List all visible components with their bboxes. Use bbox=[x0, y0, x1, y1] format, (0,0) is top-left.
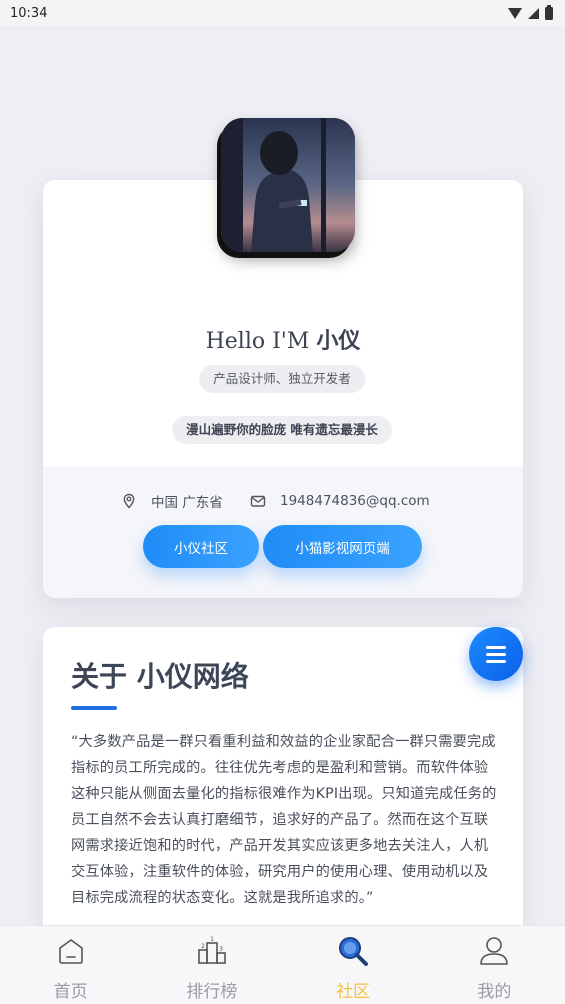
tab-community-label: 社区 bbox=[336, 982, 371, 1002]
tab-mine-label: 我的 bbox=[477, 982, 512, 1002]
bottom-tab-bar: 首页 1 2 3 排行榜 社区 我的 bbox=[0, 925, 565, 1004]
user-icon bbox=[480, 937, 509, 965]
about-title-underline bbox=[71, 706, 117, 710]
tab-community[interactable]: 社区 bbox=[283, 926, 424, 1004]
svg-text:2: 2 bbox=[201, 943, 205, 950]
role-badge: 产品设计师、独立开发者 bbox=[199, 365, 365, 393]
status-time: 10:34 bbox=[10, 5, 48, 21]
battery-icon bbox=[545, 4, 553, 20]
menu-icon-line bbox=[486, 645, 506, 649]
about-title: 关于 小仪网络 bbox=[71, 660, 249, 693]
menu-icon-line bbox=[486, 652, 506, 656]
greeting-prefix: Hello I'M bbox=[205, 329, 310, 354]
email-row: 1948474836@qq.com bbox=[250, 490, 430, 512]
mail-icon bbox=[250, 495, 266, 507]
search-icon bbox=[339, 937, 369, 966]
tab-home-label: 首页 bbox=[53, 982, 88, 1002]
tab-home[interactable]: 首页 bbox=[0, 926, 141, 1004]
status-bar: 10:34 bbox=[0, 0, 565, 26]
tab-ranking-label: 排行榜 bbox=[186, 982, 238, 1002]
avatar-image bbox=[221, 118, 355, 252]
location-pin-icon bbox=[123, 493, 135, 509]
menu-fab-button[interactable] bbox=[469, 627, 523, 681]
home-icon bbox=[58, 939, 83, 964]
status-icons bbox=[508, 4, 553, 20]
location-text: 中国 广东省 bbox=[151, 495, 223, 511]
wifi-icon bbox=[508, 7, 522, 19]
movie-web-button[interactable]: 小猫影视网页端 bbox=[263, 525, 422, 568]
about-text: “大多数产品是一群只看重利益和效益的企业家配合一群只需要完成指标的员工所完成的。… bbox=[71, 734, 497, 906]
motto-badge: 漫山遍野你的脸庞 唯有遗忘最漫长 bbox=[172, 416, 392, 444]
tab-mine[interactable]: 我的 bbox=[424, 926, 565, 1004]
profile-name: 小仪 bbox=[316, 329, 361, 354]
ranking-icon: 1 2 3 bbox=[198, 936, 226, 964]
location-row: 中国 广东省 bbox=[121, 490, 223, 512]
greeting-heading: Hello I'M 小仪 bbox=[43, 323, 523, 355]
svg-text:3: 3 bbox=[219, 946, 223, 953]
menu-icon-line bbox=[486, 659, 506, 663]
signal-icon bbox=[528, 7, 539, 19]
svg-text:1: 1 bbox=[210, 936, 214, 943]
avatar[interactable] bbox=[221, 118, 355, 252]
community-button[interactable]: 小仪社区 bbox=[143, 525, 259, 568]
tab-ranking[interactable]: 1 2 3 排行榜 bbox=[141, 926, 282, 1004]
email-text[interactable]: 1948474836@qq.com bbox=[280, 493, 430, 509]
